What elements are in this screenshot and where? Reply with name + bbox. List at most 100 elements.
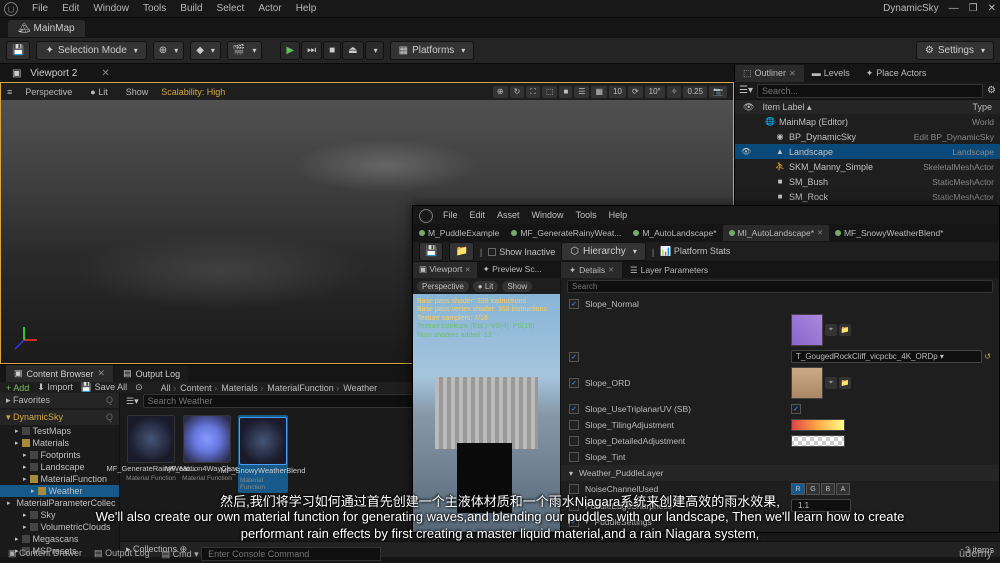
mat-show[interactable]: Show — [502, 281, 532, 292]
play-options-button[interactable] — [365, 41, 384, 60]
detail-row[interactable]: ✓Slope_ORD⌖📁 — [561, 365, 999, 401]
show-inactive-toggle[interactable]: Show Inactive — [488, 247, 555, 257]
tab-outliner[interactable]: ⬚ Outliner ✕ — [735, 65, 804, 82]
add-button[interactable]: + Add — [6, 383, 29, 393]
outliner-col-type[interactable]: Type — [972, 102, 992, 112]
outliner-row[interactable]: 👁▲LandscapeLandscape — [735, 144, 1000, 159]
mat-menu-window[interactable]: Window — [532, 210, 564, 220]
mat-menu-help[interactable]: Help — [609, 210, 628, 220]
tree-item[interactable]: ▸Materials — [0, 437, 119, 449]
blueprint-button[interactable]: ◆ — [190, 41, 221, 60]
outliner-row[interactable]: ■SM_RockStaticMeshActor — [735, 189, 1000, 204]
tab-content-browser[interactable]: ▣ Content Browser ✕ — [6, 365, 113, 382]
show-dropdown[interactable]: Show — [121, 86, 154, 98]
mat-menu-edit[interactable]: Edit — [470, 210, 486, 220]
tree-item[interactable]: ▸MaterialFunction — [0, 473, 119, 485]
outliner-row[interactable]: ■SM_BushStaticMeshActor — [735, 174, 1000, 189]
favorites-header[interactable]: ▸ Favorites Q — [0, 393, 119, 408]
viewport-menu-icon[interactable]: ≡ — [7, 87, 12, 97]
vp-snap-scale[interactable]: 0.25 — [683, 86, 707, 98]
vp-icon-8[interactable]: ⟳ — [628, 86, 643, 98]
settings-button[interactable]: ⚙ Settings — [916, 41, 994, 60]
tab-mainmap[interactable]: 🏔 MainMap — [8, 20, 85, 37]
stop-button[interactable]: ■ — [323, 41, 341, 60]
tree-item[interactable]: ▸Landscape — [0, 461, 119, 473]
outliner-search-input[interactable] — [757, 84, 983, 98]
perspective-dropdown[interactable]: Perspective — [20, 86, 77, 98]
scalability-label[interactable]: Scalability: High — [161, 87, 225, 97]
lit-dropdown[interactable]: ● Lit — [85, 86, 112, 98]
menu-edit[interactable]: Edit — [62, 3, 79, 14]
console-input[interactable] — [201, 547, 381, 561]
axis-gizmo-icon[interactable] — [9, 325, 39, 355]
tree-item[interactable]: ▸Footprints — [0, 449, 119, 461]
project-header[interactable]: ▾ DynamicSky Q — [0, 410, 119, 425]
vp-icon-3[interactable]: ⬚ — [542, 86, 558, 98]
platform-stats-button[interactable]: 📊 Platform Stats — [660, 246, 730, 257]
mat-asset-tab[interactable]: MF_GenerateRainyWeat... — [505, 225, 627, 241]
vp-icon-5[interactable]: ☰ — [574, 86, 589, 98]
eject-button[interactable]: ⏏ — [342, 41, 363, 60]
vp-icon-6[interactable]: ▦ — [591, 86, 607, 98]
vp-snap-rot[interactable]: 10° — [645, 86, 665, 98]
mat-menu-tools[interactable]: Tools — [576, 210, 597, 220]
vp-snap-pos[interactable]: 10 — [609, 86, 626, 98]
tree-item[interactable]: ▸Weather — [0, 485, 119, 497]
mat-browse-button[interactable]: 📁 — [449, 242, 473, 261]
crumb-content[interactable]: Content — [180, 383, 217, 393]
step-button[interactable]: ⏭ — [301, 41, 322, 60]
outliner-col-item[interactable]: Item Label ▴ — [762, 102, 811, 113]
menu-build[interactable]: Build — [180, 3, 202, 14]
tree-item[interactable]: ▸MaterialParameterCollec — [0, 497, 119, 509]
detail-row[interactable]: Slope_TilingAdjustment — [561, 417, 999, 433]
menu-help[interactable]: Help — [296, 3, 317, 14]
output-log-button[interactable]: ▤ Output Log — [94, 548, 150, 559]
content-drawer-button[interactable]: ▣ Content Drawer — [8, 548, 82, 559]
tree-item[interactable]: ▸TestMaps — [0, 425, 119, 437]
cinematics-button[interactable]: 🎬 — [227, 41, 262, 60]
menu-file[interactable]: File — [32, 3, 48, 14]
mat-lit[interactable]: ● Lit — [473, 281, 499, 292]
mat-save-button[interactable]: 💾 — [419, 242, 443, 261]
crumb-all[interactable]: All — [161, 383, 177, 393]
vp-icon-2[interactable]: ⛶ — [526, 86, 540, 98]
menu-tools[interactable]: Tools — [143, 3, 166, 14]
detail-row[interactable]: ▾Weather_PuddleLayer — [561, 465, 999, 481]
mat-perspective[interactable]: Perspective — [417, 281, 469, 292]
close-icon[interactable]: ✕ — [988, 3, 996, 14]
save-button[interactable]: 💾 — [6, 41, 30, 60]
details-search-input[interactable] — [567, 280, 993, 293]
menu-select[interactable]: Select — [217, 3, 245, 14]
play-button[interactable]: ▶ — [280, 41, 300, 60]
history-back-icon[interactable]: ⊙ — [135, 382, 143, 393]
mat-menu-file[interactable]: File — [443, 210, 458, 220]
maximize-icon[interactable]: ❐ — [969, 3, 978, 14]
tab-levels[interactable]: ▬ Levels — [804, 65, 858, 81]
vp-camera-icon[interactable]: 📷 — [709, 86, 727, 98]
detail-row[interactable]: ✓Slope_UseTriplanarUV (SB)✓ — [561, 401, 999, 417]
mat-menu-asset[interactable]: Asset — [497, 210, 520, 220]
hierarchy-button[interactable]: ⬡ Hierarchy — [561, 242, 646, 261]
eye-header-icon[interactable]: 👁 — [743, 102, 754, 113]
crumb-materialfunction[interactable]: MaterialFunction — [267, 383, 339, 393]
crumb-weather[interactable]: Weather — [343, 383, 377, 393]
import-button[interactable]: ⬇ Import — [37, 382, 73, 393]
menu-window[interactable]: Window — [93, 3, 129, 14]
settings-icon[interactable]: ⚙ — [987, 85, 996, 96]
filter-icon[interactable]: ☰▾ — [739, 85, 753, 96]
vp-icon-4[interactable]: ■ — [559, 86, 572, 98]
vp-icon-1[interactable]: ↻ — [510, 86, 525, 98]
outliner-row[interactable]: 🌐MainMap (Editor)World — [735, 114, 1000, 129]
detail-row[interactable]: ⌖📁 — [561, 312, 999, 348]
add-content-button[interactable]: ⊕ — [153, 41, 184, 60]
mat-asset-tab[interactable]: MF_SnowyWeatherBlend* — [829, 225, 950, 241]
tab-place-actors[interactable]: ✦ Place Actors — [858, 65, 935, 82]
crumb-materials[interactable]: Materials — [221, 383, 263, 393]
filter-button[interactable]: ☰▾ — [126, 396, 139, 407]
minimize-icon[interactable]: — — [949, 3, 959, 14]
tab-mat-viewport[interactable]: ▣ Viewport ✕ — [413, 262, 477, 278]
vp-icon-10[interactable]: ✧ — [667, 86, 682, 98]
detail-row[interactable]: Slope_Tint — [561, 449, 999, 465]
vp-icon-0[interactable]: ⊕ — [493, 86, 508, 98]
menu-actor[interactable]: Actor — [258, 3, 281, 14]
